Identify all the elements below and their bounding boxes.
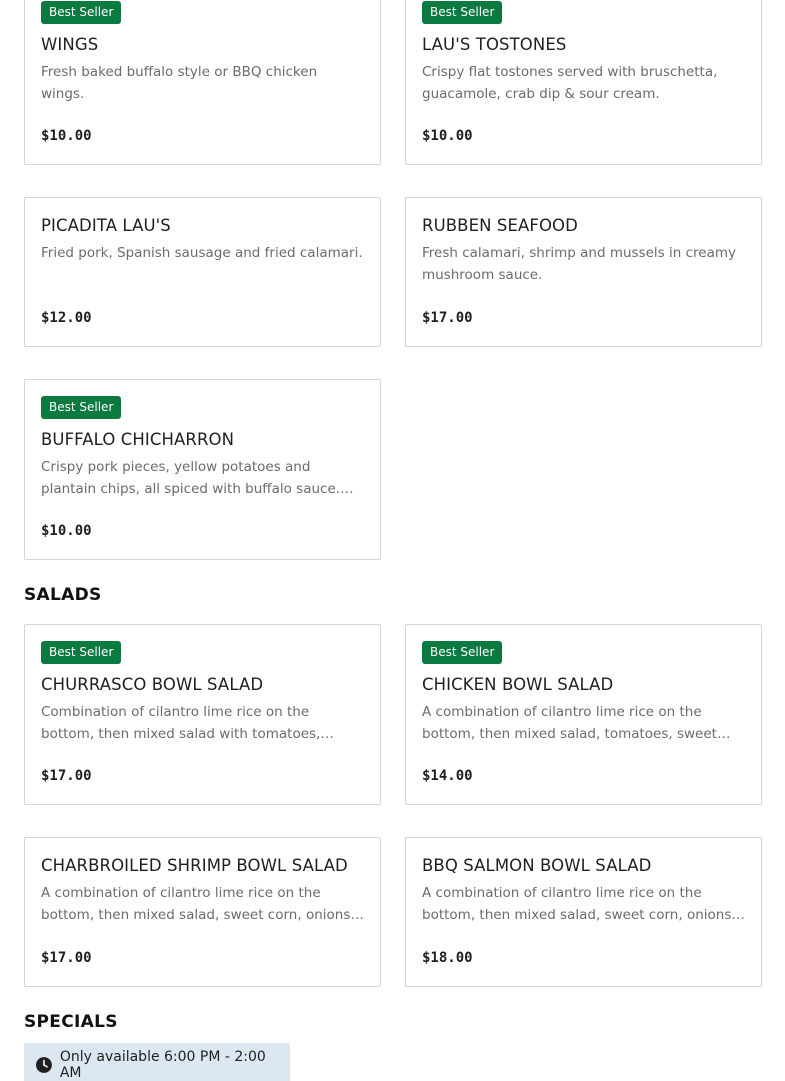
menu-item-price: $17.00	[41, 768, 92, 784]
best-seller-badge: Best Seller	[41, 1, 122, 24]
menu-item-price: $14.00	[422, 768, 473, 784]
menu-item-price: $12.00	[41, 310, 92, 326]
menu-item-price: $10.00	[41, 128, 92, 144]
menu-item-card[interactable]: Best Seller LAU'S TOSTONES Crispy flat t…	[405, 0, 762, 165]
menu-item-price: $18.00	[422, 950, 473, 966]
menu-item-price: $17.00	[422, 310, 473, 326]
menu-item-name: PICADITA LAU'S	[41, 216, 171, 235]
menu-item-description: A combination of cilantro lime rice on t…	[41, 885, 355, 923]
menu-item-description: Fresh baked buffalo style or BBQ chicken…	[41, 64, 318, 102]
menu-item-name: WINGS	[41, 35, 99, 54]
menu-item-card[interactable]: Best Seller CHURRASCO BOWL SALAD Combina…	[24, 624, 381, 805]
menu-item-card[interactable]: Best Seller WINGS Fresh baked buffalo st…	[24, 0, 381, 165]
menu-item-name: CHARBROILED SHRIMP BOWL SALAD	[41, 856, 348, 875]
menu-item-name: BBQ SALMON BOWL SALAD	[422, 856, 652, 875]
menu-item-card[interactable]: CHARBROILED SHRIMP BOWL SALAD A combinat…	[24, 837, 381, 987]
menu-item-description: A combination of cilantro lime rice on t…	[422, 885, 736, 923]
menu-item-price: $17.00	[41, 950, 92, 966]
menu-item-card[interactable]: Best Seller BUFFALO CHICHARRON Crispy po…	[24, 379, 381, 560]
section-heading-salads: SALADS	[24, 585, 102, 605]
menu-item-price: $10.00	[41, 523, 92, 539]
menu-item-price: $10.00	[422, 128, 473, 144]
best-seller-badge: Best Seller	[41, 396, 122, 419]
menu-item-card[interactable]: RUBBEN SEAFOOD Fresh calamari, shrimp an…	[405, 197, 762, 347]
availability-text: Only available 6:00 PM - 2:00 AM	[59, 1049, 266, 1081]
menu-item-description: Fried pork, Spanish sausage and fried ca…	[41, 245, 363, 261]
menu-item-name: LAU'S TOSTONES	[422, 35, 567, 54]
menu-item-card[interactable]: Best Seller CHICKEN BOWL SALAD A combina…	[405, 624, 762, 805]
best-seller-badge: Best Seller	[422, 1, 503, 24]
menu-item-name: CHICKEN BOWL SALAD	[422, 675, 614, 694]
menu-item-name: BUFFALO CHICHARRON	[41, 430, 235, 449]
menu-item-name: RUBBEN SEAFOOD	[422, 216, 578, 235]
specials-availability-banner: Only available 6:00 PM - 2:00 AM	[24, 1043, 290, 1081]
menu-item-description: A combination of cilantro lime rice on t…	[422, 704, 717, 742]
best-seller-badge: Best Seller	[41, 641, 122, 664]
menu-item-description: Crispy pork pieces, yellow potatoes and …	[41, 459, 341, 497]
menu-page: Best Seller WINGS Fresh baked buffalo st…	[0, 0, 785, 1081]
section-heading-specials: SPECIALS	[24, 1012, 118, 1032]
menu-item-card[interactable]: PICADITA LAU'S Fried pork, Spanish sausa…	[24, 197, 381, 347]
menu-item-description: Crispy flat tostones served with brusche…	[422, 64, 718, 102]
menu-item-name: CHURRASCO BOWL SALAD	[41, 675, 264, 694]
clock-icon	[36, 1057, 52, 1073]
menu-item-description: Combination of cilantro lime rice on the…	[41, 704, 321, 742]
menu-item-card[interactable]: BBQ SALMON BOWL SALAD A combination of c…	[405, 837, 762, 987]
menu-item-description: Fresh calamari, shrimp and mussels in cr…	[422, 245, 736, 283]
best-seller-badge: Best Seller	[422, 641, 503, 664]
